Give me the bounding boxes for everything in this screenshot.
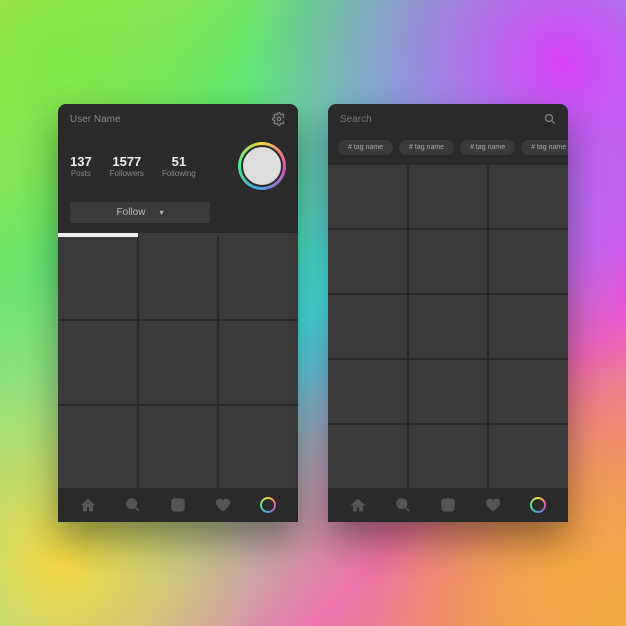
explore-grid (328, 165, 568, 488)
bottom-nav (328, 488, 568, 522)
follow-button-label: Follow (117, 207, 146, 218)
stats-row: 137 Posts 1577 Followers 51 Following (58, 134, 298, 198)
explore-cell[interactable] (328, 360, 407, 423)
explore-cell[interactable] (328, 295, 407, 358)
gear-icon[interactable] (272, 112, 286, 126)
post-cell[interactable] (139, 321, 218, 403)
stat-following[interactable]: 51 Following (162, 154, 196, 178)
heart-icon[interactable] (215, 497, 231, 513)
posts-grid (58, 237, 298, 488)
tags-row: # tag name # tag name # tag name # tag n… (328, 134, 568, 165)
post-cell[interactable] (219, 406, 298, 488)
post-cell[interactable] (219, 237, 298, 319)
followers-label: Followers (110, 169, 144, 178)
follow-button[interactable]: Follow ▾ (70, 202, 210, 223)
home-icon[interactable] (80, 497, 96, 513)
profile-screen: User Name 137 Posts 1577 Followers 51 Fo… (58, 104, 298, 522)
explore-cell[interactable] (328, 165, 407, 228)
explore-cell[interactable] (409, 360, 488, 423)
explore-cell[interactable] (328, 230, 407, 293)
profile-header: User Name (58, 104, 298, 134)
explore-cell[interactable] (409, 230, 488, 293)
profile-icon[interactable] (260, 497, 276, 513)
explore-cell[interactable] (489, 165, 568, 228)
tag-chip[interactable]: # tag name (521, 140, 568, 155)
stat-followers[interactable]: 1577 Followers (110, 154, 144, 178)
post-cell[interactable] (139, 406, 218, 488)
tag-chip[interactable]: # tag name (338, 140, 393, 155)
post-cell[interactable] (219, 321, 298, 403)
explore-cell[interactable] (489, 425, 568, 488)
explore-cell[interactable] (489, 360, 568, 423)
explore-cell[interactable] (409, 165, 488, 228)
posts-label: Posts (71, 169, 91, 178)
chevron-down-icon: ▾ (159, 208, 163, 217)
explore-cell[interactable] (409, 425, 488, 488)
avatar[interactable] (238, 142, 286, 190)
bottom-nav (58, 488, 298, 522)
tag-chip[interactable]: # tag name (399, 140, 454, 155)
search-input[interactable] (340, 114, 544, 125)
explore-cell[interactable] (489, 295, 568, 358)
followers-count: 1577 (112, 154, 141, 169)
search-header (328, 104, 568, 134)
stat-posts[interactable]: 137 Posts (70, 154, 92, 178)
posts-count: 137 (70, 154, 92, 169)
tag-chip[interactable]: # tag name (460, 140, 515, 155)
search-icon[interactable] (395, 497, 411, 513)
heart-icon[interactable] (485, 497, 501, 513)
post-cell[interactable] (139, 237, 218, 319)
search-icon[interactable] (125, 497, 141, 513)
explore-cell[interactable] (409, 295, 488, 358)
explore-cell[interactable] (328, 425, 407, 488)
post-cell[interactable] (58, 321, 137, 403)
avatar-image (241, 145, 283, 187)
following-count: 51 (172, 154, 186, 169)
home-icon[interactable] (350, 497, 366, 513)
profile-icon[interactable] (530, 497, 546, 513)
explore-cell[interactable] (489, 230, 568, 293)
following-label: Following (162, 169, 196, 178)
search-screen: # tag name # tag name # tag name # tag n… (328, 104, 568, 522)
search-icon[interactable] (544, 113, 556, 125)
post-cell[interactable] (58, 406, 137, 488)
add-icon[interactable] (440, 497, 456, 513)
add-icon[interactable] (170, 497, 186, 513)
post-cell[interactable] (58, 237, 137, 319)
username-title: User Name (70, 114, 272, 125)
